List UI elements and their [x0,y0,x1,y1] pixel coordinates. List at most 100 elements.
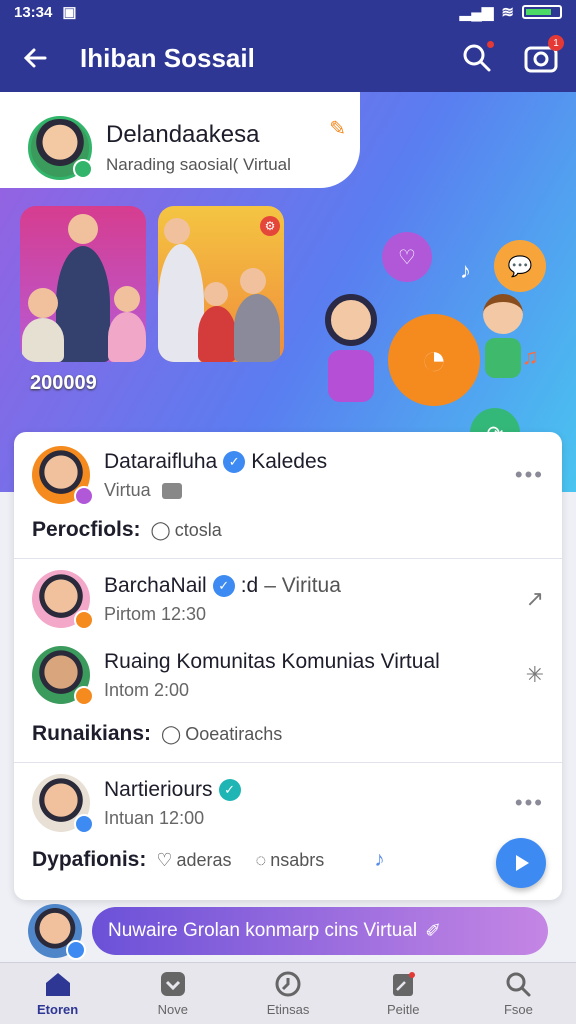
post-item[interactable]: BarchaNail ✓ :d – Viritua Pirtom 12:30 ↗ [14,570,562,630]
search-small-icon: ◯ [161,723,182,744]
heart-icon: ♡ [156,849,173,870]
back-arrow-icon[interactable] [18,41,52,75]
feed-card: Dataraifluha ✓ Kaledes Virtua ••• Perocf… [14,432,562,900]
avatar[interactable] [32,774,94,834]
post-author: Dataraifluha ✓ Kaledes [104,450,327,474]
search-dot [487,41,494,48]
post-label: Runaikians: [32,722,152,745]
hero-name: Delandaakesa [106,121,260,148]
battery-icon [522,5,562,19]
clock-icon [275,971,301,997]
author-name: Nartieriours [104,777,213,801]
post-time: Pirtom 12:30 [104,603,207,624]
post-author: Nartieriours ✓ [104,778,241,802]
author-suffix: :d [240,573,259,597]
post-item[interactable]: Dataraifluha ✓ Kaledes Virtua ••• Perocf… [14,446,562,542]
nav-label: Fsoe [503,1002,533,1017]
avatar-badge [66,940,86,960]
avatar[interactable] [32,446,94,506]
camera-button[interactable]: 1 [524,35,564,75]
like-action[interactable]: ♡ aderas [156,850,231,871]
wifi-icon: ≋ [501,4,514,21]
nav-label: Nove [157,1002,188,1017]
post-item[interactable]: Ruaing Komunitas Komunias Virtual Intom … [14,646,562,746]
more-options-icon[interactable]: ••• [515,790,544,816]
comment-action[interactable]: ◌ nsabrs [256,850,325,871]
search-action[interactable]: ◯ Ooeatirachs [161,724,282,745]
nav-etinsas[interactable]: Etinsas [230,963,345,1024]
more-options-icon[interactable]: ••• [515,462,544,488]
home-icon [45,973,70,996]
page-title: Ihiban Sossail [80,42,255,73]
hero-profile-card[interactable]: Delandaakesa Narading saosial( Virtual ✎ [0,92,360,188]
author-name: Dataraifluha [104,449,218,473]
play-button[interactable] [496,838,546,888]
heart-bubble-icon: ♡ [382,232,432,282]
gear-icon: ⚙ [260,216,280,236]
post-composer-input[interactable]: Nuwaire Grolan konmarp cins Virtual ✐ [92,907,548,955]
character-girl [318,294,384,424]
divider [14,558,562,559]
search-button[interactable] [460,41,494,75]
heart-icon [160,972,185,996]
video-icon [161,482,182,499]
signal-icon: ▂▄▆ [459,4,494,21]
post-author: BarchaNail ✓ :d – Viritua [104,574,341,598]
post-author: Ruaing Komunitas Komunias Virtual [104,649,440,673]
music-note-icon: ♫ [522,344,539,369]
play-icon [516,855,529,871]
search-action-label: Ooeatirachs [185,723,283,744]
avatar [28,116,93,180]
notification-badge: 1 [548,35,564,51]
comment-label: ctosla [174,519,222,540]
nav-label: Etinsas [266,1002,310,1017]
avatar-badge [74,814,94,834]
comment-label: nsabrs [270,849,325,870]
post-meta: Virtua [104,479,151,500]
avatar[interactable] [28,904,86,960]
nav-peitle[interactable]: Peitle [346,963,461,1024]
verified-icon: ✓ [218,778,241,801]
edit-icon[interactable]: ✎ [329,116,346,141]
sparkle-icon[interactable]: ✳ [526,662,544,688]
avatar-badge [74,610,94,630]
author-extra: – Viritua [264,573,341,597]
post-item[interactable]: Nartieriours ✓ Intuan 12:00 ••• Dypafion… [14,774,562,872]
group-photo-1[interactable] [20,206,146,362]
status-bar: 13:34 ▣ ▂▄▆ ≋ [0,0,576,24]
post-time: Intom 2:00 [104,679,190,700]
nav-search[interactable]: Fsoe [461,963,576,1024]
comment-icon: ◌ [255,849,267,870]
post-label-row: Runaikians: ◯ Ooeatirachs [32,722,544,746]
nav-label: Etoren [37,1002,79,1017]
composer: Nuwaire Grolan konmarp cins Virtual ✐ [0,900,576,962]
comment-action[interactable]: ◯ ctosla [151,520,222,541]
avatar-badge [74,486,94,506]
music-icon[interactable]: ♪ [374,848,385,872]
avatar-badge [74,686,94,706]
comment-icon: ◯ [150,519,171,540]
composer-placeholder: Nuwaire Grolan konmarp cins Virtual [108,920,418,941]
avatar[interactable] [32,570,94,630]
group-photo-2[interactable]: ⚙ [158,206,284,362]
author-name: BarchaNail [104,573,207,597]
notification-status-icon: ▣ [62,4,77,21]
nav-nove[interactable]: Nove [115,963,230,1024]
avatar[interactable] [32,646,94,706]
news-icon [393,972,416,996]
bottom-nav: Etoren Nove Etinsas Peitle Fsoe [0,962,576,1024]
status-time: 13:34 [14,3,53,21]
post-time: Intuan 12:00 [104,807,205,828]
nav-home[interactable]: Etoren [0,963,115,1024]
author-name-2: Kaledes [251,449,328,473]
divider [14,762,562,763]
verified-icon: ✓ [223,450,246,473]
nav-label: Peitle [386,1002,420,1017]
share-icon[interactable]: ↗ [526,586,544,612]
like-label: aderas [176,849,232,870]
online-badge [73,159,93,179]
character-boy [478,294,528,394]
hero-subtitle: Narading saosial( Virtual [106,155,291,174]
post-label-row: Perocfiols: ◯ ctosla [32,518,544,542]
status-icons: ▂▄▆ ≋ [460,3,562,21]
